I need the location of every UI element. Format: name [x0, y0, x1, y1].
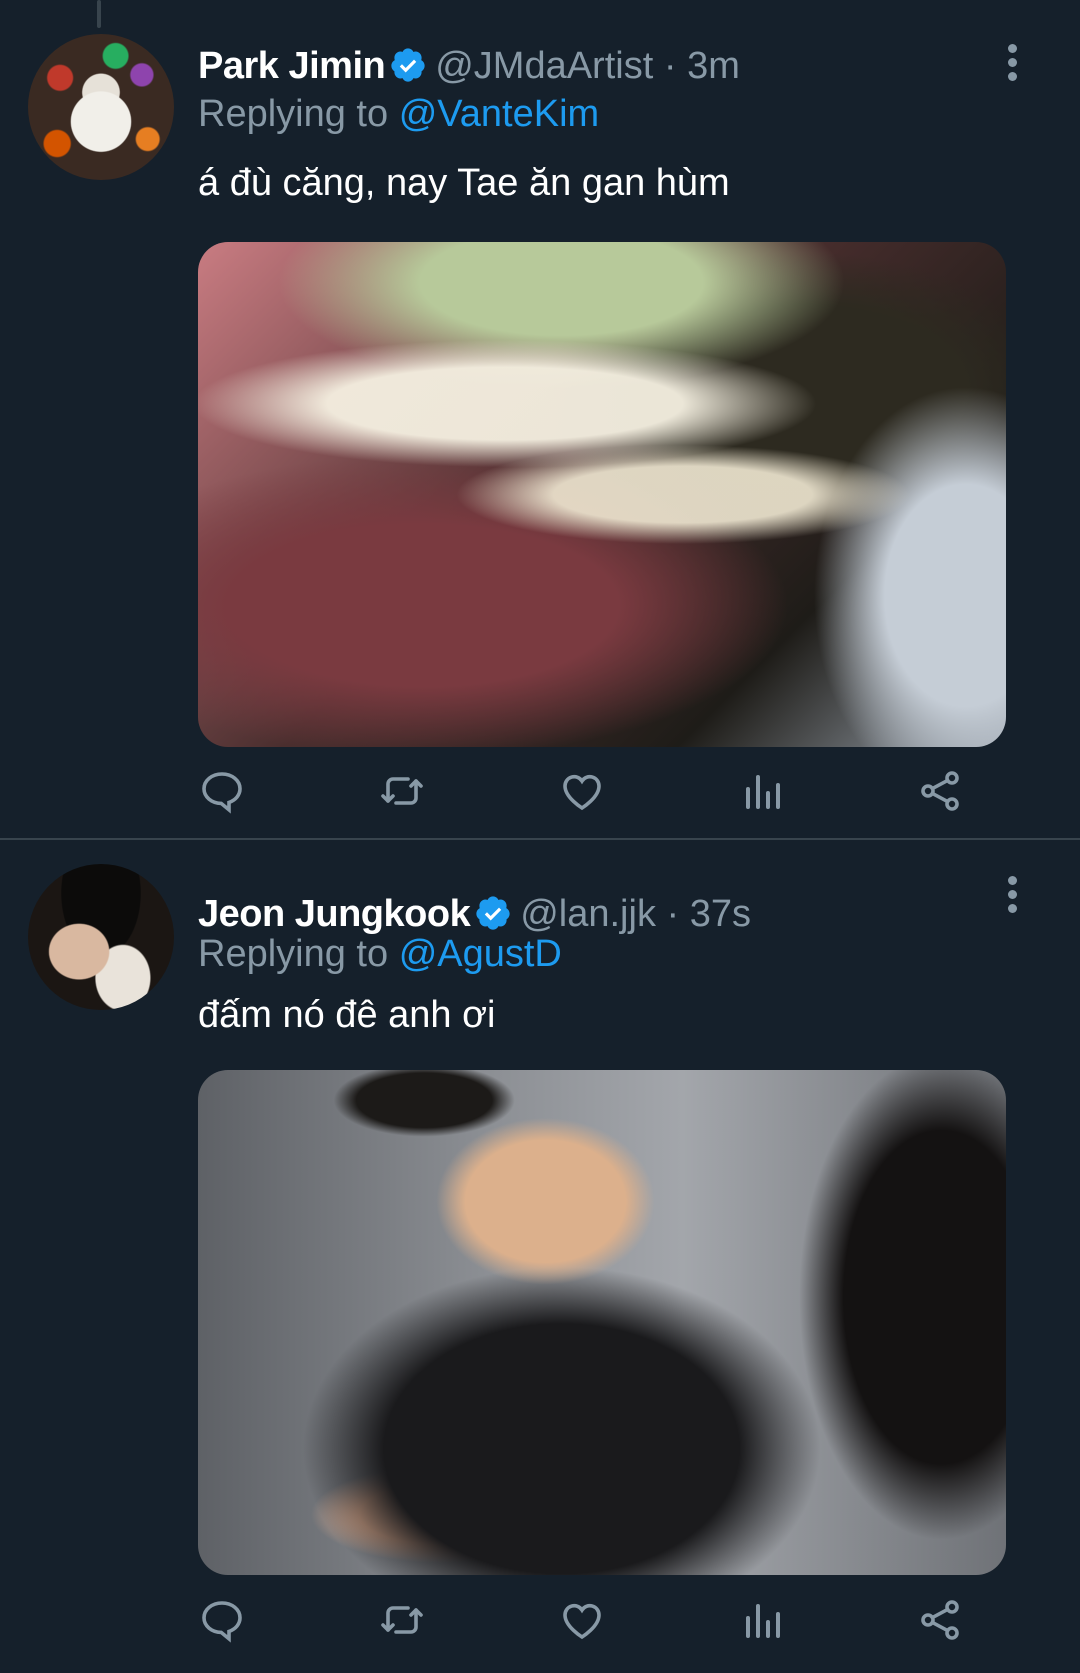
replying-to-label: Replying to: [198, 933, 389, 975]
avatar[interactable]: [28, 34, 174, 180]
display-name[interactable]: Jeon Jungkook: [198, 893, 471, 935]
analytics-icon[interactable]: [738, 767, 786, 815]
reply-mention-link[interactable]: @VanteKim: [399, 93, 600, 135]
more-vertical-icon[interactable]: [1008, 44, 1018, 86]
reply-icon[interactable]: [198, 767, 246, 815]
heart-icon[interactable]: [558, 1596, 606, 1644]
tweet-media-image[interactable]: [198, 1070, 1006, 1575]
replying-to-line: Replying to @AgustD: [198, 932, 562, 976]
tweet-text: đấm nó đê anh ơi: [198, 994, 496, 1036]
display-name[interactable]: Park Jimin: [198, 45, 386, 87]
more-vertical-icon[interactable]: [1008, 876, 1018, 918]
tweet-text: á đù căng, nay Tae ăn gan hùm: [198, 162, 730, 204]
user-handle[interactable]: @JMdaArtist: [435, 45, 653, 87]
replying-to-line: Replying to @VanteKim: [198, 92, 599, 136]
timestamp[interactable]: 3m: [687, 45, 740, 87]
heart-icon[interactable]: [558, 767, 606, 815]
tweet[interactable]: Park Jimin @JMdaArtist · 3m Replying to …: [0, 0, 1080, 840]
analytics-icon[interactable]: [738, 1596, 786, 1644]
tweet[interactable]: Jeon Jungkook @lan.jjk · 37s Replying to…: [0, 840, 1080, 1673]
timestamp[interactable]: 37s: [690, 893, 751, 935]
separator-dot: ·: [666, 893, 680, 935]
reply-mention-link[interactable]: @AgustD: [399, 933, 562, 975]
tweet-media-image[interactable]: [198, 242, 1006, 747]
retweet-icon[interactable]: [378, 1596, 426, 1644]
user-handle[interactable]: @lan.jjk: [520, 893, 656, 935]
tweet-actions-bar: [198, 1596, 1018, 1646]
separator-dot: ·: [663, 45, 677, 87]
share-icon[interactable]: [916, 1596, 964, 1644]
share-icon[interactable]: [916, 767, 964, 815]
avatar[interactable]: [28, 864, 174, 1010]
tweet-header: Park Jimin @JMdaArtist · 3m: [198, 44, 740, 94]
reply-icon[interactable]: [198, 1596, 246, 1644]
tweet-actions-bar: [198, 767, 1018, 817]
replying-to-label: Replying to: [198, 93, 389, 135]
retweet-icon[interactable]: [378, 767, 426, 815]
verified-badge-icon: [389, 46, 427, 94]
